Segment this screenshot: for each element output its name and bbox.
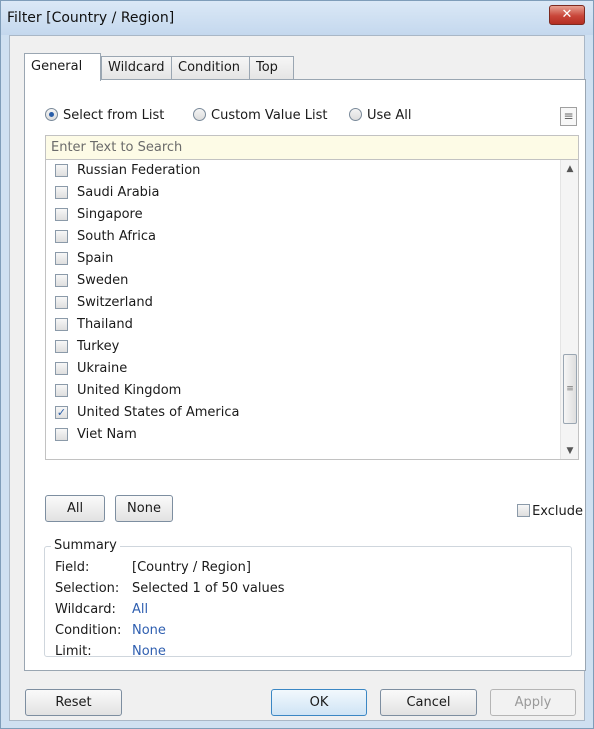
radio-label: Select from List xyxy=(63,108,165,123)
checkbox-icon[interactable] xyxy=(55,274,68,287)
checkbox-icon[interactable] xyxy=(55,318,68,331)
list-item[interactable]: Thailand xyxy=(46,314,561,336)
tab-label: Condition xyxy=(178,60,241,75)
summary-link[interactable]: None xyxy=(132,623,166,638)
scroll-thumb[interactable]: ≡ xyxy=(563,354,577,424)
select-none-button[interactable]: None xyxy=(115,495,173,522)
list-item-label: Spain xyxy=(77,251,114,266)
list-item-label: Viet Nam xyxy=(77,427,137,442)
tab-wildcard[interactable]: Wildcard xyxy=(101,56,172,80)
checkbox-icon[interactable] xyxy=(55,230,68,243)
summary-link[interactable]: All xyxy=(132,602,148,617)
filter-dialog: Filter [Country / Region] ✕ General Wild… xyxy=(0,0,594,729)
close-button[interactable]: ✕ xyxy=(549,5,585,25)
list-item-label: Ukraine xyxy=(77,361,128,376)
radio-label: Custom Value List xyxy=(211,108,328,123)
list-item[interactable]: South Africa xyxy=(46,226,561,248)
tab-top[interactable]: Top xyxy=(249,56,294,80)
tab-general[interactable]: General xyxy=(24,53,101,81)
summary-link[interactable]: None xyxy=(132,644,166,659)
checkbox-icon[interactable] xyxy=(55,208,68,221)
list-item-label: Switzerland xyxy=(77,295,153,310)
list-item[interactable]: Sweden xyxy=(46,270,561,292)
dialog-body: General Wildcard Condition Top Select fr… xyxy=(9,35,586,721)
list-item[interactable]: Turkey xyxy=(46,336,561,358)
checkbox-icon[interactable] xyxy=(55,186,68,199)
list-item[interactable]: United Kingdom xyxy=(46,380,561,402)
scroll-down-icon[interactable]: ▼ xyxy=(561,442,578,459)
list-item-label: Russian Federation xyxy=(77,163,201,178)
list-options-button[interactable]: ≡ xyxy=(560,107,577,126)
list-item-label: South Africa xyxy=(77,229,156,244)
tab-condition[interactable]: Condition xyxy=(171,56,250,80)
list-item[interactable]: Russian Federation xyxy=(46,160,561,182)
list-item[interactable]: Ukraine xyxy=(46,358,561,380)
apply-button[interactable]: Apply xyxy=(490,689,576,716)
cancel-button[interactable]: Cancel xyxy=(380,689,477,716)
list-item[interactable]: Saudi Arabia xyxy=(46,182,561,204)
search-input[interactable] xyxy=(45,135,579,160)
checkbox-icon[interactable] xyxy=(55,428,68,441)
exclude-label: Exclude xyxy=(532,504,583,519)
radio-dot-icon xyxy=(349,108,362,121)
values-list: Russian Federation Saudi Arabia Singapore S… xyxy=(46,160,561,446)
summary-title: Summary xyxy=(51,538,120,553)
tab-label: General xyxy=(31,59,83,74)
summary-group: Summary Field: [Country / Region] Selectio… xyxy=(44,538,572,659)
close-icon: ✕ xyxy=(561,7,573,22)
list-item[interactable]: Singapore xyxy=(46,204,561,226)
list-item-label: United Kingdom xyxy=(77,383,182,398)
list-item[interactable]: ✓ United States of America xyxy=(46,402,561,424)
radio-dot-icon xyxy=(45,108,58,121)
list-item[interactable]: Switzerland xyxy=(46,292,561,314)
select-all-button[interactable]: All xyxy=(45,495,105,522)
list-item-label: Turkey xyxy=(77,339,120,354)
checkbox-icon[interactable] xyxy=(55,252,68,265)
radio-label: Use All xyxy=(367,108,412,123)
tab-label: Wildcard xyxy=(108,60,165,75)
checkbox-icon[interactable] xyxy=(55,384,68,397)
summary-label: Selection: xyxy=(55,581,120,596)
checkbox-icon[interactable] xyxy=(55,340,68,353)
list-item-label: Singapore xyxy=(77,207,143,222)
summary-label: Condition: xyxy=(55,623,122,638)
checkbox-icon[interactable] xyxy=(55,296,68,309)
checkbox-icon xyxy=(517,504,531,517)
list-item[interactable]: Spain xyxy=(46,248,561,270)
list-item-label: Saudi Arabia xyxy=(77,185,160,200)
summary-value: [Country / Region] xyxy=(132,560,251,575)
radio-dot-icon xyxy=(193,108,206,121)
reset-button[interactable]: Reset xyxy=(25,689,122,716)
summary-label: Field: xyxy=(55,560,90,575)
checkbox-icon[interactable]: ✓ xyxy=(55,406,68,419)
scroll-up-icon[interactable]: ▲ xyxy=(561,160,578,178)
list-item-label: Sweden xyxy=(77,273,129,288)
summary-value: Selected 1 of 50 values xyxy=(132,581,285,596)
tab-label: Top xyxy=(256,60,278,75)
exclude-checkbox[interactable]: Exclude xyxy=(517,502,583,519)
list-item-label: United States of America xyxy=(77,405,240,420)
list-item[interactable]: Viet Nam xyxy=(46,424,561,446)
general-tab-panel: Select from List Custom Value List Use A… xyxy=(24,79,586,671)
list-item-label: Thailand xyxy=(77,317,133,332)
title-bar[interactable]: Filter [Country / Region] ✕ xyxy=(1,1,593,35)
grip-icon: ≡ xyxy=(566,384,574,394)
list-scrollbar[interactable]: ▲ ≡ ▼ xyxy=(560,160,578,459)
menu-lines-icon: ≡ xyxy=(563,109,574,123)
ok-button[interactable]: OK xyxy=(271,689,367,716)
radio-use-all[interactable]: Use All xyxy=(349,108,412,123)
summary-label: Wildcard: xyxy=(55,602,116,617)
checkbox-icon[interactable] xyxy=(55,362,68,375)
summary-label: Limit: xyxy=(55,644,92,659)
checkbox-icon[interactable] xyxy=(55,164,68,177)
radio-select-from-list[interactable]: Select from List xyxy=(45,108,164,123)
radio-custom-value-list[interactable]: Custom Value List xyxy=(193,108,328,123)
values-listbox: Russian Federation Saudi Arabia Singapore S… xyxy=(45,160,579,460)
window-title: Filter [Country / Region] xyxy=(7,10,175,26)
